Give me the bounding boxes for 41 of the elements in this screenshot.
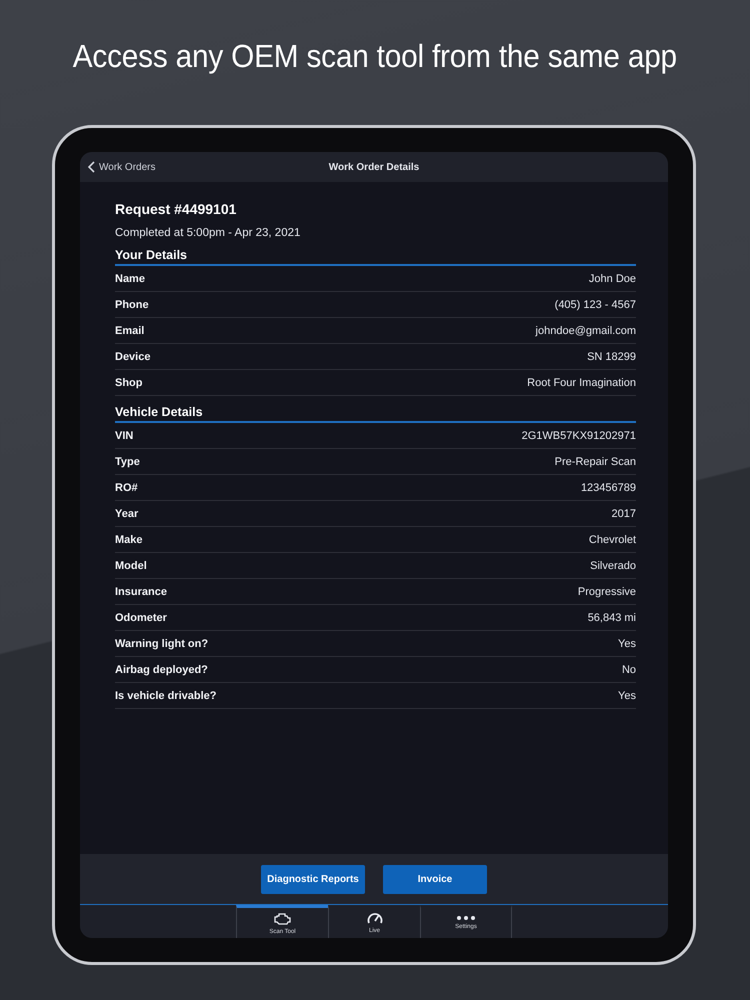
field-label: Warning light on? — [115, 638, 208, 650]
field-label: Insurance — [115, 586, 167, 598]
field-value: Silverado — [590, 560, 636, 572]
field-value: 56,843 mi — [588, 612, 636, 624]
field-value: Pre-Repair Scan — [554, 456, 636, 468]
completion-status: Completed at 5:00pm - Apr 23, 2021 — [115, 227, 302, 239]
field-label: RO# — [115, 482, 138, 494]
field-value: johndoe@gmail.com — [536, 324, 636, 336]
field-value: Progressive — [578, 586, 636, 598]
action-button[interactable]: Diagnostic Reports — [261, 864, 365, 894]
field-label: Email — [115, 324, 144, 336]
field-value: Yes — [618, 690, 636, 702]
field-label: VIN — [115, 430, 134, 442]
field-value: Yes — [618, 638, 636, 650]
field-label: Shop — [115, 376, 142, 388]
field-value: (405) 123 - 4567 — [554, 298, 636, 310]
field-label: Year — [115, 508, 138, 520]
field-label: Device — [115, 350, 150, 362]
field-value: 123456789 — [580, 482, 636, 494]
field-label: Make — [115, 534, 143, 546]
field-value: John Doe — [588, 272, 636, 284]
field-label: Is vehicle drivable? — [115, 690, 216, 702]
section-heading: Your Details — [115, 248, 636, 266]
field-value: Chevrolet — [588, 534, 636, 546]
field-value: Root Four Imagination — [527, 376, 636, 388]
field-value: No — [622, 664, 636, 676]
field-label: Phone — [115, 298, 149, 310]
headline: Access any OEM scan tool from the same app — [72, 38, 678, 75]
field-label: Airbag deployed? — [115, 664, 208, 676]
field-label: Name — [115, 272, 145, 284]
field-value: SN 18299 — [587, 350, 636, 362]
back-button[interactable]: Work Orders — [80, 161, 156, 173]
screen-title: Work Order Details — [328, 162, 420, 172]
field-value: 2017 — [612, 508, 636, 520]
field-label: Type — [115, 456, 140, 468]
request-title: Request #4499101 — [115, 201, 238, 217]
field-label: Model — [115, 560, 147, 572]
field-label: Odometer — [115, 612, 167, 624]
action-button[interactable]: Invoice — [383, 864, 487, 894]
field-value: 2G1WB57KX91202971 — [522, 430, 636, 442]
section-heading: Vehicle Details — [115, 405, 636, 423]
